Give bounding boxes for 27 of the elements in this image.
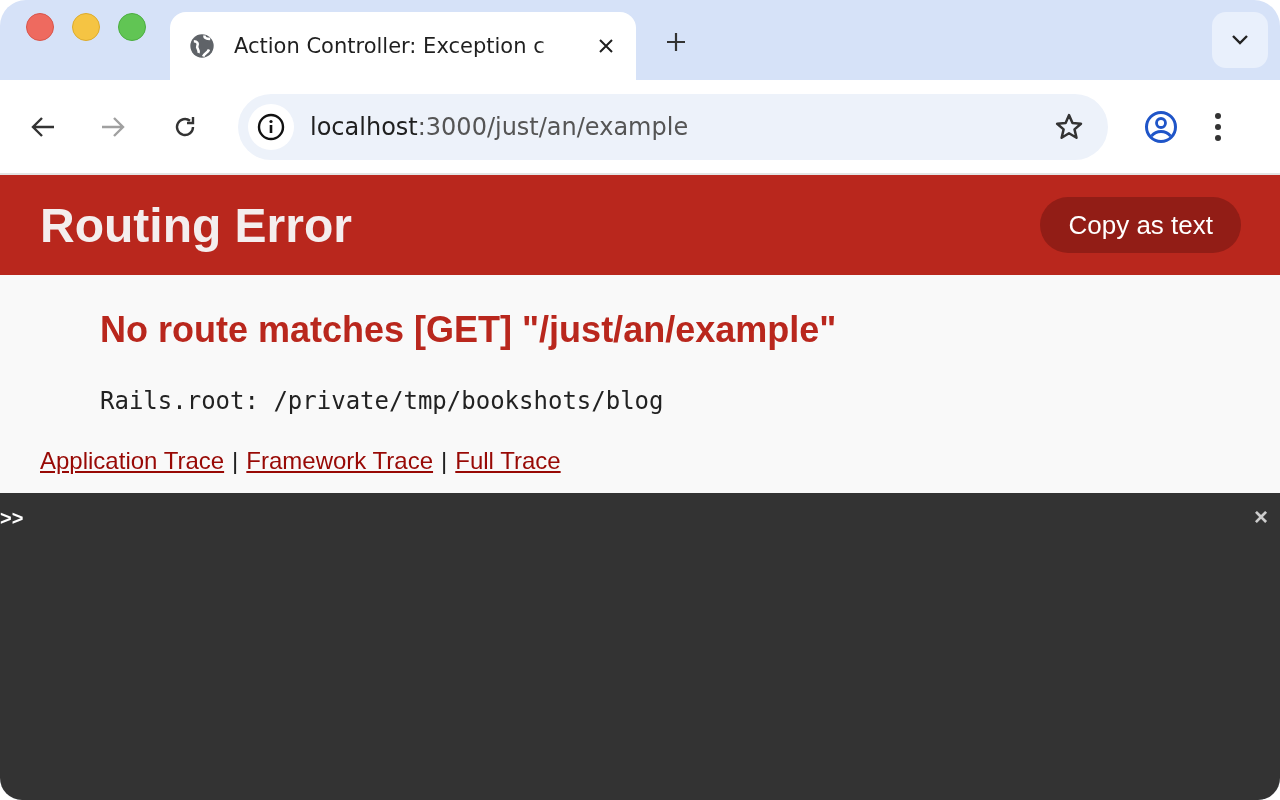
copy-as-text-button[interactable]: Copy as text [1040,197,1241,253]
trace-link[interactable]: Full Trace [455,447,561,475]
close-window-button[interactable] [26,13,54,41]
close-icon[interactable] [598,38,614,54]
forward-icon[interactable] [100,114,126,139]
profile-icon[interactable] [1144,109,1178,144]
bookmark-star-icon[interactable] [1054,111,1084,142]
error-message: No route matches [GET] "/just/an/example" [100,309,838,351]
new-tab-icon[interactable] [666,32,686,52]
url-text: localhost:3000/just/an/example [310,112,690,141]
menu-icon[interactable] [1214,111,1222,142]
tab-title: Action Controller: Exception c [234,34,546,58]
info-icon [257,112,285,141]
globe-icon [188,32,216,60]
address-bar[interactable]: localhost:3000/just/an/example [238,93,1108,160]
console-prompt: >> [0,507,24,530]
error-title: Routing Error [40,197,352,253]
trace-link[interactable]: Framework Trace [246,447,434,475]
trace-link[interactable]: Application Trace [40,447,225,475]
browser-tab[interactable]: Action Controller: Exception c [170,12,636,80]
chevron-down-icon [1231,34,1249,46]
rails-root-path: Rails.root: /private/tmp/bookshots/blog [100,387,665,415]
console-close-button[interactable]: × [1254,507,1268,530]
back-icon[interactable] [30,114,56,139]
link-separator: | [441,447,448,475]
link-separator: | [232,447,239,475]
site-info-button[interactable] [248,103,294,150]
